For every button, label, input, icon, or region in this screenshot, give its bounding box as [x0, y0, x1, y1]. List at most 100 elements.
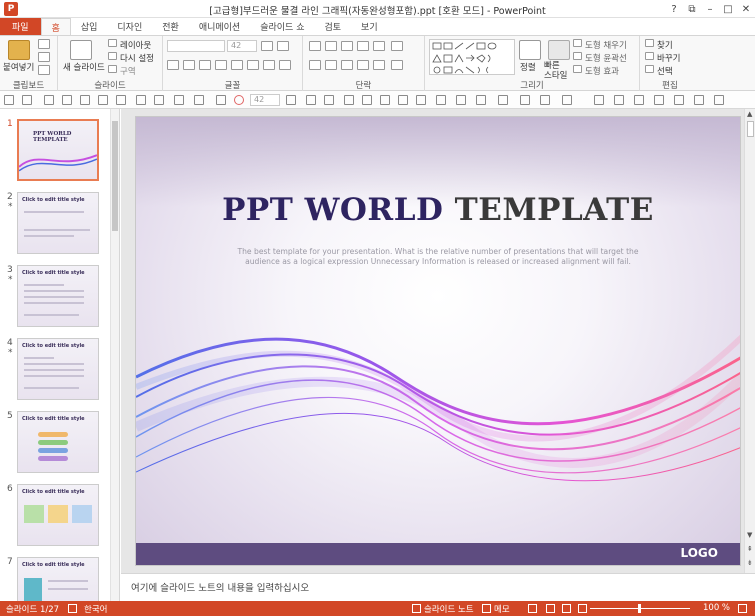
tab-insert[interactable]: 삽입	[71, 18, 108, 35]
justify-icon[interactable]	[357, 60, 369, 70]
tab-review[interactable]: 검토	[314, 18, 351, 35]
slide-thumbnail-1[interactable]: PPT WORLD TEMPLATE	[17, 119, 99, 181]
scroll-down-icon[interactable]: ▼	[747, 531, 752, 539]
strikethrough-icon[interactable]	[231, 60, 243, 70]
callout-icon[interactable]	[614, 95, 624, 105]
spell-check-icon[interactable]	[68, 604, 77, 613]
bold-icon[interactable]	[167, 60, 179, 70]
eyedropper-icon[interactable]	[456, 95, 466, 105]
grow-font-icon[interactable]	[261, 41, 273, 51]
align-text-icon[interactable]	[391, 60, 403, 70]
close-button[interactable]: ✕	[737, 0, 755, 18]
shadow-icon[interactable]	[215, 60, 227, 70]
preview-icon[interactable]	[116, 95, 126, 105]
redo-icon[interactable]	[44, 95, 54, 105]
align-right-icon[interactable]	[341, 60, 353, 70]
slide-title[interactable]: PPT WORLD TEMPLATE	[136, 192, 740, 228]
minimize-button[interactable]: –	[701, 0, 719, 18]
editor-scrollbar[interactable]: ▲ ▼ ⇞ ⇟	[744, 109, 755, 573]
font-color-icon[interactable]	[279, 60, 291, 70]
down-arrow-icon[interactable]	[634, 95, 644, 105]
scroll-up-icon[interactable]: ▲	[747, 110, 752, 118]
effects-icon[interactable]	[498, 95, 508, 105]
comments-button[interactable]: 메모	[494, 603, 510, 615]
font-size-select[interactable]: 42	[227, 40, 257, 52]
picture-insert-icon[interactable]	[416, 95, 426, 105]
rectangle-icon[interactable]	[594, 95, 604, 105]
zoom-level[interactable]: 100 %	[703, 603, 730, 613]
text-box-icon[interactable]	[286, 95, 296, 105]
fill-icon[interactable]	[540, 95, 550, 105]
slideshow-icon[interactable]	[578, 604, 587, 613]
tab-file[interactable]: 파일	[0, 18, 41, 35]
columns-icon[interactable]	[373, 60, 385, 70]
quick-styles-button[interactable]: 빠른 스타일	[544, 61, 567, 81]
tab-view[interactable]: 보기	[351, 18, 388, 35]
replace-button[interactable]: 바꾸기	[657, 52, 680, 64]
shapes-gallery[interactable]	[429, 39, 515, 75]
help-button[interactable]: ?	[665, 0, 683, 18]
shape-format-icon[interactable]	[520, 95, 530, 105]
align-icon[interactable]	[324, 95, 334, 105]
brush-icon[interactable]	[436, 95, 446, 105]
layout-button[interactable]: 레이아웃	[120, 39, 151, 51]
pen-icon[interactable]	[362, 95, 372, 105]
line-icon[interactable]	[380, 95, 390, 105]
color-wheel-icon[interactable]	[234, 95, 244, 105]
reading-view-icon[interactable]	[562, 604, 571, 613]
shape-effects-button[interactable]: 도형 효과	[585, 65, 619, 77]
picture-icon[interactable]	[174, 95, 184, 105]
save-icon[interactable]	[4, 95, 14, 105]
bullet-list-icon[interactable]	[306, 95, 316, 105]
bring-forward-icon[interactable]	[654, 95, 664, 105]
slide-thumbnail-2[interactable]: Click to edit title style	[17, 192, 99, 254]
copy-icon[interactable]	[38, 52, 50, 62]
maximize-button[interactable]: □	[719, 0, 737, 18]
fit-to-window-icon[interactable]	[738, 604, 747, 613]
arrange-icon[interactable]	[519, 40, 541, 60]
thumbnail-scroll-thumb[interactable]	[112, 121, 118, 231]
rotate-icon[interactable]	[216, 95, 226, 105]
tab-design[interactable]: 디자인	[107, 18, 152, 35]
cut-icon[interactable]	[38, 39, 50, 49]
shape-outline-button[interactable]: 도형 윤곽선	[585, 52, 627, 64]
table-icon[interactable]	[136, 95, 146, 105]
char-spacing-icon[interactable]	[247, 60, 259, 70]
change-case-icon[interactable]	[263, 60, 275, 70]
prev-slide-icon[interactable]: ⇞	[747, 545, 753, 553]
zoom-slider-knob[interactable]	[638, 604, 641, 613]
slide-thumbnail-7[interactable]: Click to edit title style	[17, 557, 99, 601]
toolbar-font-size[interactable]: 42	[250, 94, 280, 106]
select-button[interactable]: 선택	[657, 65, 673, 77]
new-slide-icon[interactable]	[70, 40, 92, 60]
ribbon-display-button[interactable]: ⧉	[683, 0, 701, 18]
more-icon[interactable]	[714, 95, 724, 105]
paste-icon[interactable]	[8, 40, 30, 60]
shape-icon[interactable]	[194, 95, 204, 105]
underline-icon[interactable]	[199, 60, 211, 70]
increase-indent-icon[interactable]	[357, 41, 369, 51]
tab-animations[interactable]: 애니메이션	[189, 18, 250, 35]
tab-home[interactable]: 홈	[40, 18, 71, 35]
slide-thumbnail-4[interactable]: Click to edit title style	[17, 338, 99, 400]
language-indicator[interactable]: 한국어	[84, 603, 107, 615]
group-icon[interactable]	[694, 95, 704, 105]
slide-sorter-icon[interactable]	[546, 604, 555, 613]
shrink-font-icon[interactable]	[277, 41, 289, 51]
send-backward-icon[interactable]	[674, 95, 684, 105]
shape-fill-button[interactable]: 도형 채우기	[585, 39, 627, 51]
align-left-icon[interactable]	[309, 60, 321, 70]
italic-icon[interactable]	[183, 60, 195, 70]
section-button[interactable]: 구역	[120, 65, 136, 77]
decrease-indent-icon[interactable]	[341, 41, 353, 51]
tab-transitions[interactable]: 전환	[152, 18, 189, 35]
find-button[interactable]: 찾기	[657, 39, 673, 51]
bullets-icon[interactable]	[309, 41, 321, 51]
print-icon[interactable]	[98, 95, 108, 105]
notes-pane[interactable]: 여기에 슬라이드 노트의 내용을 입력하십시오	[121, 573, 755, 601]
slide-thumbnail-5[interactable]: Click to edit title style	[17, 411, 99, 473]
reset-button[interactable]: 다시 설정	[120, 52, 154, 64]
numbering-icon[interactable]	[325, 41, 337, 51]
notes-placeholder[interactable]: 여기에 슬라이드 노트의 내용을 입력하십시오	[131, 580, 309, 594]
undo-icon[interactable]	[22, 95, 32, 105]
